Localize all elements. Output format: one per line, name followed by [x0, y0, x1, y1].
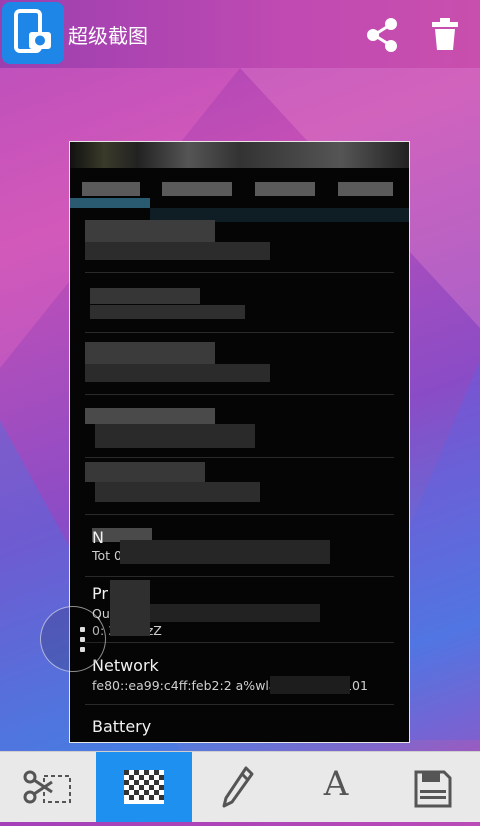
pixelated-area — [85, 462, 205, 482]
pixelated-area — [85, 242, 270, 260]
pixelated-area — [162, 182, 232, 196]
divider — [85, 704, 394, 705]
pixelated-area — [95, 482, 260, 502]
row-title-network: Network — [92, 656, 159, 675]
pixelated-area — [150, 604, 320, 622]
pixelated-area — [95, 424, 255, 448]
share-button[interactable] — [360, 14, 404, 56]
app-logo-icon — [2, 2, 64, 64]
pixelated-area — [110, 580, 150, 636]
share-icon — [367, 18, 397, 52]
text-tool-button[interactable]: A — [288, 752, 384, 822]
trash-icon — [432, 18, 458, 50]
pixelated-area — [255, 182, 315, 196]
pixelated-area — [85, 342, 215, 364]
save-icon — [414, 770, 452, 808]
save-tool-button[interactable] — [384, 752, 480, 822]
pixelated-area — [85, 408, 215, 424]
row-title-battery: Battery — [92, 717, 152, 736]
handle-dot — [80, 647, 85, 652]
scissors-crop-icon — [23, 770, 71, 804]
app-header: 超级截图 — [0, 0, 480, 68]
divider — [85, 514, 394, 515]
row-title-n: N — [92, 528, 104, 547]
mosaic-icon — [124, 770, 164, 804]
pixelated-area — [90, 288, 200, 304]
pixelated-area — [270, 676, 350, 694]
mosaic-tool-button[interactable] — [96, 752, 192, 822]
pixelated-area — [70, 142, 409, 168]
divider — [85, 332, 394, 333]
divider — [85, 272, 394, 273]
delete-button[interactable] — [424, 14, 466, 56]
crop-tool-button[interactable] — [0, 752, 96, 822]
pixelated-area — [82, 182, 140, 196]
pixelated-area — [85, 220, 215, 242]
pencil-tool-button[interactable] — [192, 752, 288, 822]
text-icon: A — [323, 764, 349, 804]
pencil-icon — [222, 766, 254, 808]
drag-handle[interactable] — [40, 606, 106, 672]
divider — [85, 457, 394, 458]
divider — [85, 642, 394, 643]
pixelated-area — [120, 540, 330, 564]
handle-dot — [80, 637, 85, 642]
pixelated-area — [90, 305, 245, 319]
bottom-toolbar: A — [0, 751, 480, 822]
screenshot-preview[interactable]: N Tot 07kB Pr so Qu 4 or 0: 3 z 1: zZ Ne… — [69, 141, 410, 743]
app-title: 超级截图 — [68, 24, 148, 48]
divider — [85, 394, 394, 395]
pixelated-area — [70, 198, 150, 208]
pixelated-area — [85, 364, 270, 382]
pixelated-area — [338, 182, 393, 196]
handle-dot — [80, 627, 85, 632]
divider — [85, 576, 394, 577]
